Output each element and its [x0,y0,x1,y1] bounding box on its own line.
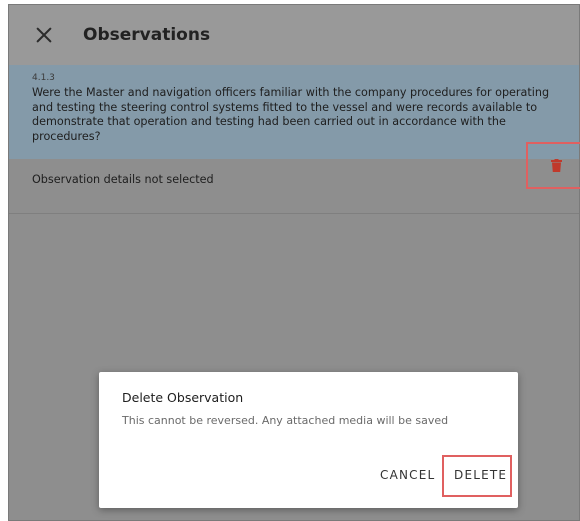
observation-row: Observation details not selected [9,159,579,214]
delete-observation-button[interactable] [526,142,580,189]
app-header: Observations [9,5,579,65]
delete-button[interactable]: DELETE [442,455,512,497]
question-number: 4.1.3 [32,73,55,83]
dialog-message: This cannot be reversed. Any attached me… [122,414,449,427]
trash-icon [551,159,562,172]
close-icon[interactable] [33,24,55,46]
question-panel: 4.1.3 Were the Master and navigation off… [9,65,579,159]
observation-status: Observation details not selected [32,173,214,186]
cancel-button[interactable]: CANCEL [380,468,435,482]
page-title: Observations [83,25,211,45]
question-text: Were the Master and navigation officers … [32,86,550,143]
delete-dialog: Delete Observation This cannot be revers… [99,372,518,508]
dialog-title: Delete Observation [122,390,244,405]
delete-button-label: DELETE [454,468,508,482]
observations-screen: Observations 4.1.3 Were the Master and n… [8,4,580,521]
